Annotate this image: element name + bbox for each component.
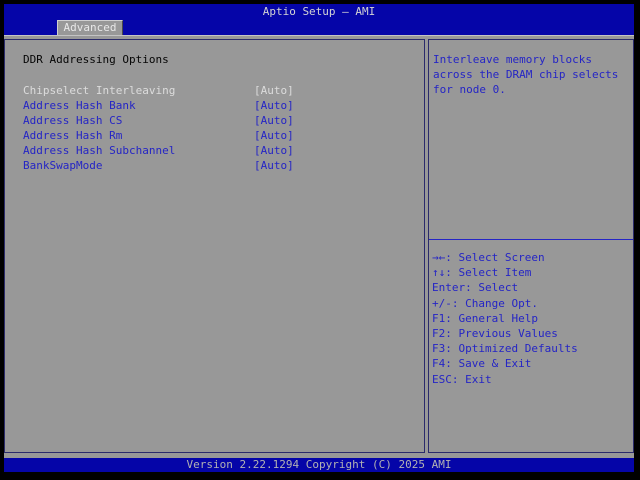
legend-row: ESC: Exit [432,372,492,386]
menu-item[interactable]: Address Hash Rm [Auto] [5,128,424,143]
menu-item-value[interactable]: [Auto] [254,98,294,113]
menu-item-label: Chipselect Interleaving [23,84,176,97]
options-panel: DDR Addressing Options Chipselect Interl… [4,39,425,453]
help-text: Interleave memory blocks across the DRAM… [433,53,619,96]
menu-item-value[interactable]: [Auto] [254,113,294,128]
legend-row: F2: Previous Values [432,326,558,340]
options-list: Chipselect Interleaving [Auto] Address Has… [5,83,424,173]
tab-advanced-label: Advanced [63,21,117,34]
menu-item[interactable]: Address Hash CS [Auto] [5,113,424,128]
version-bar: Version 2.22.1294 Copyright (C) 2025 AMI [4,458,634,472]
key-legend: →←: Select Screen ↑↓: Select Item Enter: S… [432,250,578,387]
content-area: DDR Addressing Options Chipselect Interl… [4,35,634,458]
menu-item-label: BankSwapMode [23,159,103,172]
app-title: Aptio Setup – AMI [262,5,376,18]
menu-item[interactable]: Address Hash Subchannel [Auto] [5,143,424,158]
legend-row: F4: Save & Exit [432,357,532,371]
menu-item-value[interactable]: [Auto] [254,158,294,173]
menu-item[interactable]: Chipselect Interleaving [Auto] [5,83,424,98]
menu-item-label: Address Hash Subchannel [23,144,176,157]
menu-tab-bar: Advanced [4,20,634,35]
tab-advanced[interactable]: Advanced [57,20,123,35]
section-title: DDR Addressing Options [23,53,169,66]
legend-row: ↑↓: Select Item [432,266,532,280]
legend-row: Enter: Select [432,281,519,295]
title-bar: Aptio Setup – AMI [4,4,634,20]
menu-item[interactable]: Address Hash Bank [Auto] [5,98,424,113]
menu-item-value[interactable]: [Auto] [254,83,294,98]
menu-item-label: Address Hash CS [23,114,123,127]
legend-row: F3: Optimized Defaults [432,342,578,356]
bios-setup-screen: Aptio Setup – AMI Advanced DDR Addressin… [0,0,640,480]
menu-item-value[interactable]: [Auto] [254,143,294,158]
screen-inner-frame: Aptio Setup – AMI Advanced DDR Addressin… [4,4,634,472]
legend-row: +/-: Change Opt. [432,296,538,310]
help-panel: Interleave memory blocks across the DRAM… [428,39,634,453]
legend-row: F1: General Help [432,311,538,325]
menu-item-label: Address Hash Bank [23,99,136,112]
menu-item-value[interactable]: [Auto] [254,128,294,143]
menu-item[interactable]: BankSwapMode [Auto] [5,158,424,173]
menu-item-label: Address Hash Rm [23,129,123,142]
legend-divider [429,239,633,240]
legend-row: →←: Select Screen [432,251,545,264]
version-text: Version 2.22.1294 Copyright (C) 2025 AMI [186,458,452,471]
